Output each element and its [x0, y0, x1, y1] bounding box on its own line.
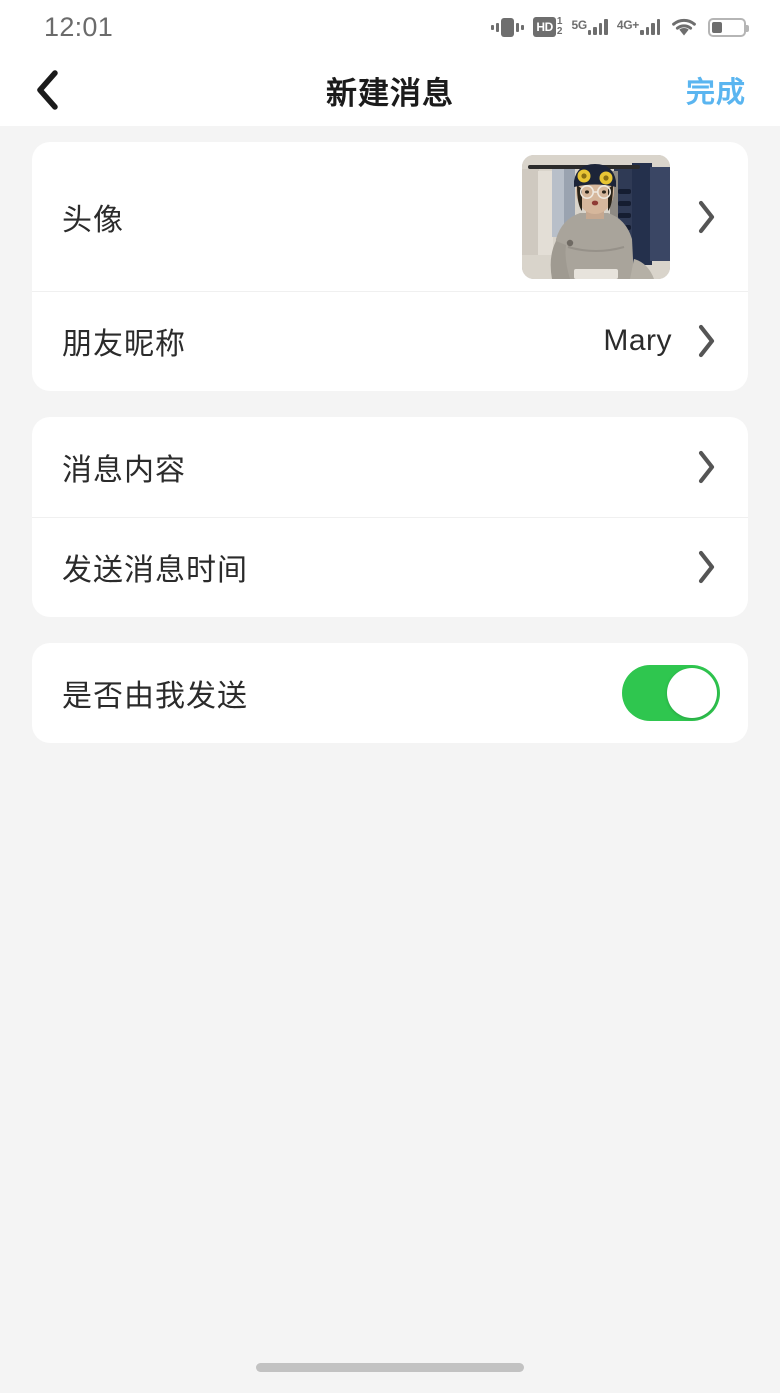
status-time: 12:01 — [44, 11, 114, 42]
sender-card: 是否由我发送 — [32, 643, 748, 743]
vibrate-icon — [491, 17, 525, 37]
message-card: 消息内容 发送消息时间 — [32, 417, 748, 617]
chevron-right-icon — [694, 199, 720, 235]
avatar-row-label: 头像 — [62, 203, 124, 237]
sent-by-me-toggle[interactable] — [622, 665, 720, 721]
chevron-right-icon — [694, 323, 720, 359]
avatar[interactable] — [522, 154, 670, 279]
nickname-value: Mary — [603, 324, 672, 357]
signal-4g-plus-bars — [640, 19, 660, 35]
avatar-row[interactable]: 头像 — [32, 142, 748, 291]
battery-icon — [708, 17, 749, 37]
chevron-right-icon — [694, 549, 720, 585]
hd-badge-label: HD — [533, 17, 556, 37]
sent-by-me-row[interactable]: 是否由我发送 — [32, 643, 748, 743]
send-time-row-label: 发送消息时间 — [62, 554, 248, 587]
battery-level — [712, 21, 722, 33]
message-content-row[interactable]: 消息内容 — [32, 417, 748, 517]
chevron-right-icon — [694, 449, 720, 485]
page-title: 新建消息 — [326, 75, 454, 111]
home-indicator-area — [0, 1349, 780, 1393]
signal-5g-icon: 5G — [571, 18, 608, 35]
navigation-bar: 新建消息 完成 — [0, 54, 780, 126]
message-content-row-label: 消息内容 — [62, 454, 186, 487]
hd-subscript: 2 — [556, 26, 563, 37]
sent-by-me-row-label: 是否由我发送 — [62, 680, 248, 713]
hd-call-icon: HD 1 2 — [533, 17, 562, 37]
done-button[interactable]: 完成 — [686, 69, 746, 111]
toggle-knob — [667, 668, 717, 718]
signal-4g-plus-label: 4G+ — [616, 18, 639, 32]
phone-screen: 12:01 HD 1 2 5G 4G+ 新建消息 完成 头像 朋友昵称 Mary… — [0, 0, 780, 1393]
home-indicator[interactable] — [256, 1363, 524, 1372]
nickname-row[interactable]: 朋友昵称 Mary — [32, 291, 748, 391]
status-icon-group: HD 1 2 5G 4G+ — [491, 16, 749, 38]
status-bar: 12:01 HD 1 2 5G 4G+ — [0, 0, 780, 54]
signal-5g-label: 5G — [571, 18, 587, 32]
wifi-icon — [669, 16, 699, 38]
send-time-row[interactable]: 发送消息时间 — [32, 517, 748, 617]
back-button[interactable] — [34, 62, 90, 118]
chevron-left-icon — [34, 68, 62, 112]
profile-card: 头像 朋友昵称 Mary — [32, 142, 748, 391]
signal-4g-plus-icon: 4G+ — [617, 19, 660, 35]
settings-list: 头像 朋友昵称 Mary 消息内容 发送消息时间 是否由我发送 — [0, 126, 780, 1349]
nickname-row-label: 朋友昵称 — [62, 328, 186, 361]
signal-5g-bars — [587, 19, 608, 35]
